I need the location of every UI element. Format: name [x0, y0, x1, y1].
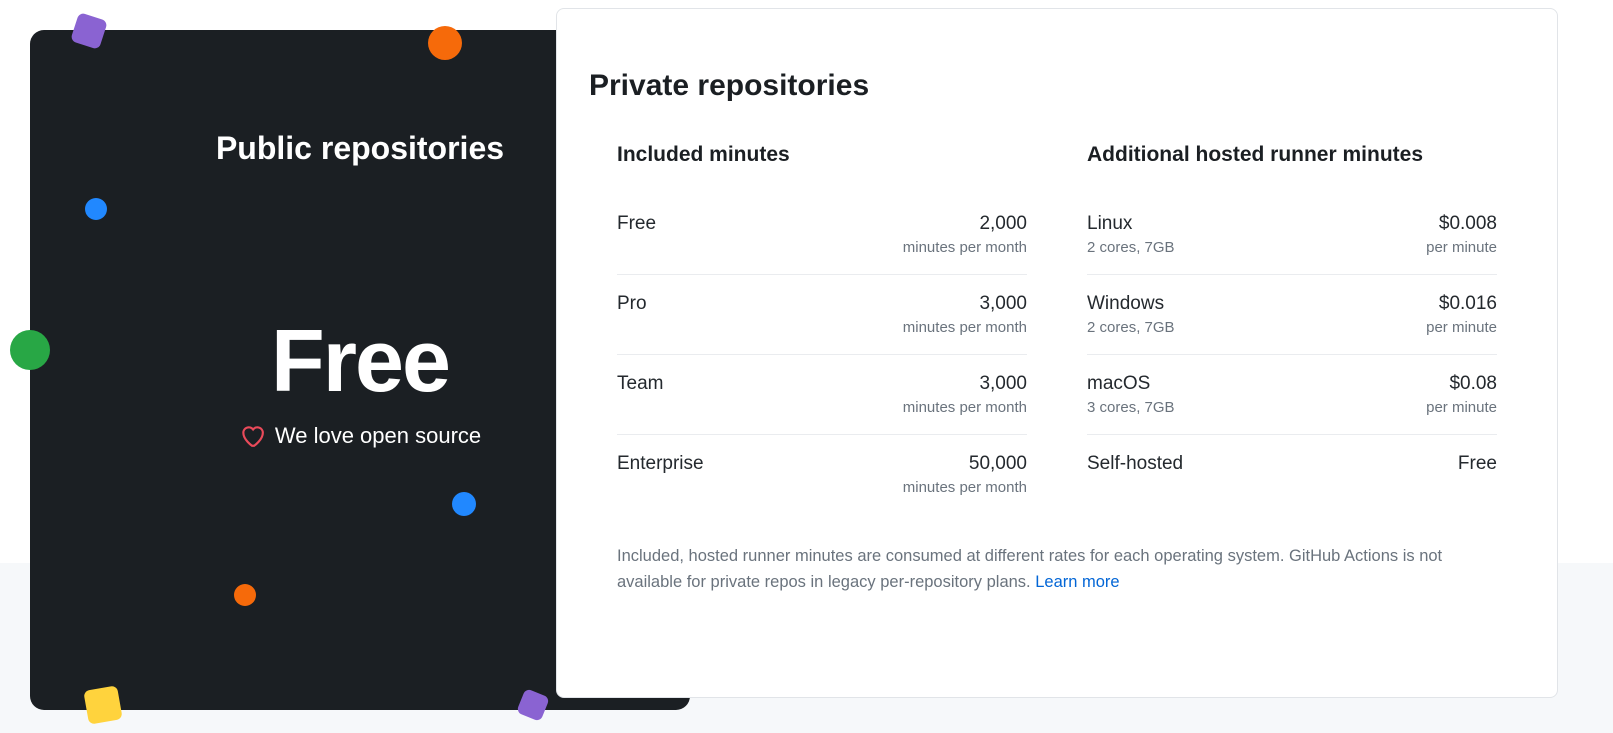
plan-minutes: 3,000	[903, 293, 1027, 315]
included-row: Free 2,000 minutes per month	[617, 195, 1027, 275]
confetti-circle-icon	[428, 26, 462, 60]
private-repos-title: Private repositories	[589, 69, 1525, 103]
os-name: Self-hosted	[1087, 453, 1183, 475]
os-price-unit: per minute	[1426, 239, 1497, 256]
plan-minutes-unit: minutes per month	[903, 479, 1027, 496]
confetti-square-icon	[83, 685, 122, 724]
additional-row: macOS 3 cores, 7GB $0.08 per minute	[1087, 355, 1497, 435]
os-spec: 3 cores, 7GB	[1087, 399, 1175, 416]
plan-minutes: 3,000	[903, 373, 1027, 395]
os-spec: 2 cores, 7GB	[1087, 319, 1175, 336]
public-repos-price: Free	[239, 317, 481, 405]
plan-minutes: 2,000	[903, 213, 1027, 235]
learn-more-link[interactable]: Learn more	[1035, 573, 1119, 591]
confetti-circle-icon	[10, 330, 50, 370]
plan-name: Pro	[617, 293, 647, 315]
additional-row: Linux 2 cores, 7GB $0.008 per minute	[1087, 195, 1497, 275]
confetti-circle-icon	[234, 584, 256, 606]
os-price: $0.016	[1426, 293, 1497, 315]
private-repos-panel: Private repositories Included minutes Fr…	[556, 8, 1558, 698]
additional-minutes-heading: Additional hosted runner minutes	[1087, 143, 1497, 167]
heart-icon	[239, 423, 265, 449]
os-name: Windows	[1087, 293, 1175, 315]
plan-name: Team	[617, 373, 663, 395]
included-row: Enterprise 50,000 minutes per month	[617, 435, 1027, 514]
plan-minutes-unit: minutes per month	[903, 399, 1027, 416]
footnote-text: Included, hosted runner minutes are cons…	[617, 547, 1442, 591]
os-price: $0.008	[1426, 213, 1497, 235]
public-repos-subtitle: We love open source	[239, 423, 481, 449]
os-name: Linux	[1087, 213, 1175, 235]
included-minutes-heading: Included minutes	[617, 143, 1027, 167]
plan-name: Enterprise	[617, 453, 704, 475]
included-row: Pro 3,000 minutes per month	[617, 275, 1027, 355]
included-row: Team 3,000 minutes per month	[617, 355, 1027, 435]
confetti-circle-icon	[452, 492, 476, 516]
included-minutes-column: Included minutes Free 2,000 minutes per …	[617, 143, 1027, 514]
os-price-unit: per minute	[1426, 399, 1497, 416]
public-repos-title: Public repositories	[216, 130, 504, 167]
additional-row: Windows 2 cores, 7GB $0.016 per minute	[1087, 275, 1497, 355]
pricing-footnote: Included, hosted runner minutes are cons…	[589, 544, 1525, 595]
os-name: macOS	[1087, 373, 1175, 395]
os-price: $0.08	[1426, 373, 1497, 395]
plan-name: Free	[617, 213, 656, 235]
plan-minutes-unit: minutes per month	[903, 319, 1027, 336]
os-price: Free	[1458, 453, 1497, 475]
confetti-circle-icon	[85, 198, 107, 220]
confetti-square-icon	[70, 12, 108, 50]
os-price-unit: per minute	[1426, 319, 1497, 336]
os-spec: 2 cores, 7GB	[1087, 239, 1175, 256]
public-repos-subtitle-text: We love open source	[275, 423, 481, 449]
plan-minutes: 50,000	[903, 453, 1027, 475]
plan-minutes-unit: minutes per month	[903, 239, 1027, 256]
additional-row: Self-hosted Free	[1087, 435, 1497, 493]
additional-minutes-column: Additional hosted runner minutes Linux 2…	[1087, 143, 1497, 514]
